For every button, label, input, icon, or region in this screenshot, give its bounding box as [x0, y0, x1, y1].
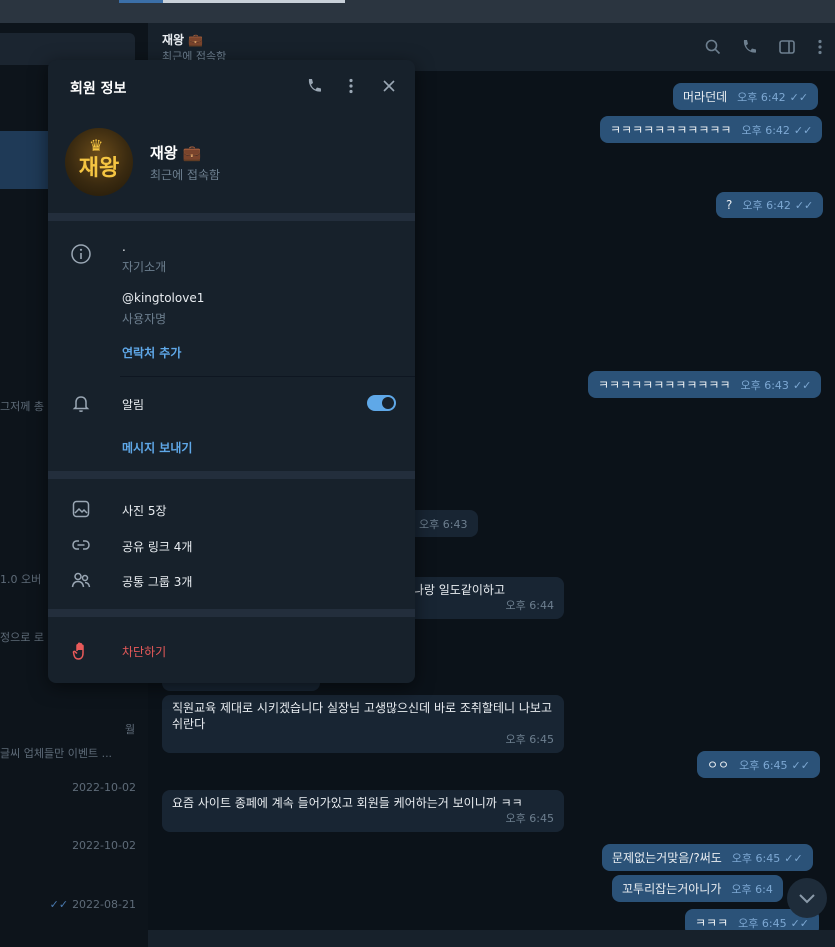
message-time: 오후 6:42 — [737, 91, 786, 104]
chevron-down-icon — [799, 894, 815, 904]
message-time: 오후 6:43 — [740, 379, 789, 392]
section-divider — [48, 213, 415, 221]
phone-icon[interactable] — [739, 37, 759, 57]
double-check-icon: ✓✓ — [793, 124, 813, 137]
message-bubble-incoming[interactable]: 직원교육 제대로 시키겠습니다 실장님 고생많으신데 바로 조취할테니 나보고 … — [162, 695, 564, 753]
briefcase-icon: 💼 — [188, 33, 204, 47]
chat-preview-snippet[interactable]: 그저께 총 — [0, 398, 44, 414]
search-icon[interactable] — [703, 37, 723, 57]
message-text: ? — [726, 198, 733, 212]
message-bubble-outgoing[interactable]: 문제없는거맞음/?써도 오후 6:45 ✓✓ — [602, 844, 813, 871]
double-check-icon: ✓✓ — [49, 898, 69, 911]
message-time: 오후 6:45 — [739, 759, 788, 772]
message-text: ㅋㅋㅋㅋㅋㅋㅋㅋㅋㅋㅋㅋ — [598, 378, 731, 392]
sidebar-toggle-icon[interactable] — [777, 37, 797, 57]
message-time: 오후 6:45 — [731, 852, 781, 865]
tab-indicator-light — [163, 0, 345, 3]
photo-icon — [72, 500, 90, 518]
chat-preview-date: 월 — [125, 723, 136, 736]
chat-date: 2022-08-21 — [72, 898, 136, 911]
add-contact-button[interactable]: 연락처 추가 — [122, 344, 181, 361]
user-info-panel: 회원 정보 ♛ 재왕 재왕 💼 최근에 접속함 . 자기소개 @kingtolo… — [48, 60, 415, 683]
more-vertical-icon[interactable] — [341, 76, 361, 96]
message-text: 문제없는거맞음/?써도 — [612, 851, 722, 865]
username-value[interactable]: @kingtolove1 — [122, 291, 204, 305]
message-bubble-outgoing[interactable]: ㅋㅋㅋㅋㅋㅋㅋㅋㅋㅋㅋㅋ 오후 6:43 ✓✓ — [588, 371, 822, 398]
message-time: 오후 6:45 — [505, 812, 554, 825]
shared-links-item[interactable]: 공유 링크 4개 — [122, 538, 192, 555]
double-check-icon: ✓✓ — [794, 199, 814, 212]
tab-indicator — [119, 0, 163, 3]
double-check-icon: ✓✓ — [790, 917, 810, 930]
scroll-down-button[interactable] — [787, 878, 827, 918]
avatar[interactable]: ♛ 재왕 — [65, 128, 133, 196]
profile-status: 최근에 접속함 — [150, 168, 221, 182]
double-check-icon: ✓✓ — [784, 852, 803, 865]
chat-title: 재왕 💼 — [162, 31, 203, 48]
message-time: 오후 6:42 — [742, 199, 791, 212]
message-text: ㅇㅇ — [707, 758, 730, 772]
username-label: 사용자명 — [122, 312, 167, 326]
message-input-bar[interactable] — [148, 930, 835, 947]
chat-title-text: 재왕 — [162, 33, 185, 47]
profile-name: 재왕 💼 — [150, 142, 202, 163]
more-vertical-icon[interactable] — [810, 37, 830, 57]
message-time: 오후 6:42 — [741, 124, 790, 137]
toggle-knob — [382, 397, 394, 409]
chat-preview-snippet[interactable]: 글씨 업체들만 이벤트 ... — [0, 745, 112, 761]
group-icon — [71, 572, 91, 588]
message-text: 직원교육 제대로 시키겠습니다 실장님 고생많으신데 바로 조취할테니 나보고 … — [172, 701, 552, 731]
section-divider — [48, 609, 415, 617]
message-time: 오후 6:45 — [505, 733, 554, 746]
briefcase-icon: 💼 — [182, 144, 202, 162]
message-text: 요즘 사이트 종페에 계속 들어가있고 회원들 케어하는거 보이니까 ㅋㅋ — [172, 796, 523, 810]
message-time: 오후 6:44 — [505, 599, 554, 612]
close-icon[interactable] — [379, 76, 399, 96]
message-bubble-outgoing[interactable]: ? 오후 6:42 ✓✓ — [716, 192, 824, 218]
message-time: 오후 6:4 — [731, 883, 773, 896]
message-bubble-incoming[interactable]: 요즘 사이트 종페에 계속 들어가있고 회원들 케어하는거 보이니까 ㅋㅋ 오후 … — [162, 790, 564, 832]
double-check-icon: ✓✓ — [789, 91, 809, 104]
profile-name-text: 재왕 — [150, 144, 178, 162]
message-bubble-outgoing[interactable]: ㅇㅇ 오후 6:45 ✓✓ — [697, 751, 820, 778]
message-text: 고 나랑 일도같이하고 — [398, 583, 505, 597]
chat-date-row: ✓✓ 2022-08-21 — [50, 898, 136, 911]
send-message-button[interactable]: 메시지 보내기 — [122, 439, 192, 456]
double-check-icon: ✓✓ — [791, 759, 810, 772]
bell-icon — [72, 396, 90, 412]
bio-value: . — [122, 240, 126, 254]
message-bubble-outgoing[interactable]: 꼬투리잡는거아니가 오후 6:4 — [612, 875, 783, 902]
message-text: 머라던데 — [683, 90, 728, 104]
message-text: 꼬투리잡는거아니가 — [622, 882, 722, 896]
chat-preview-snippet[interactable]: 정으로 로 — [0, 629, 44, 645]
chat-preview-snippet[interactable]: 1.0 오버 — [0, 571, 41, 587]
notifications-label: 알림 — [122, 398, 145, 412]
chat-date: 2022-10-02 — [72, 781, 136, 794]
message-bubble-outgoing[interactable]: 머라던데 오후 6:42 ✓✓ — [673, 83, 819, 110]
common-groups-item[interactable]: 공통 그룹 3개 — [122, 573, 192, 590]
panel-title: 회원 정보 — [70, 81, 127, 97]
message-time: 오후 6:45 — [738, 917, 787, 930]
info-icon — [71, 244, 91, 264]
chat-date: 2022-10-02 — [72, 839, 136, 852]
double-check-icon: ✓✓ — [792, 379, 812, 392]
message-text: ㅋㅋㅋ — [695, 916, 729, 930]
link-icon — [72, 540, 90, 550]
message-time: 오후 6:43 — [419, 518, 468, 531]
row-divider — [120, 376, 415, 377]
avatar-text: 재왕 — [78, 156, 120, 181]
phone-icon[interactable] — [304, 76, 324, 96]
block-user-button[interactable]: 차단하기 — [122, 643, 166, 660]
message-bubble-outgoing[interactable]: ㅋㅋㅋㅋㅋㅋㅋㅋㅋㅋㅋ 오후 6:42 ✓✓ — [600, 116, 823, 143]
shared-photos-item[interactable]: 사진 5장 — [122, 502, 167, 519]
bio-label: 자기소개 — [122, 260, 167, 274]
hand-block-icon — [72, 642, 84, 660]
section-divider — [48, 471, 415, 479]
notifications-toggle[interactable] — [367, 395, 396, 411]
message-text: ㅋㅋㅋㅋㅋㅋㅋㅋㅋㅋㅋ — [610, 123, 732, 137]
window-top-strip — [0, 0, 835, 23]
